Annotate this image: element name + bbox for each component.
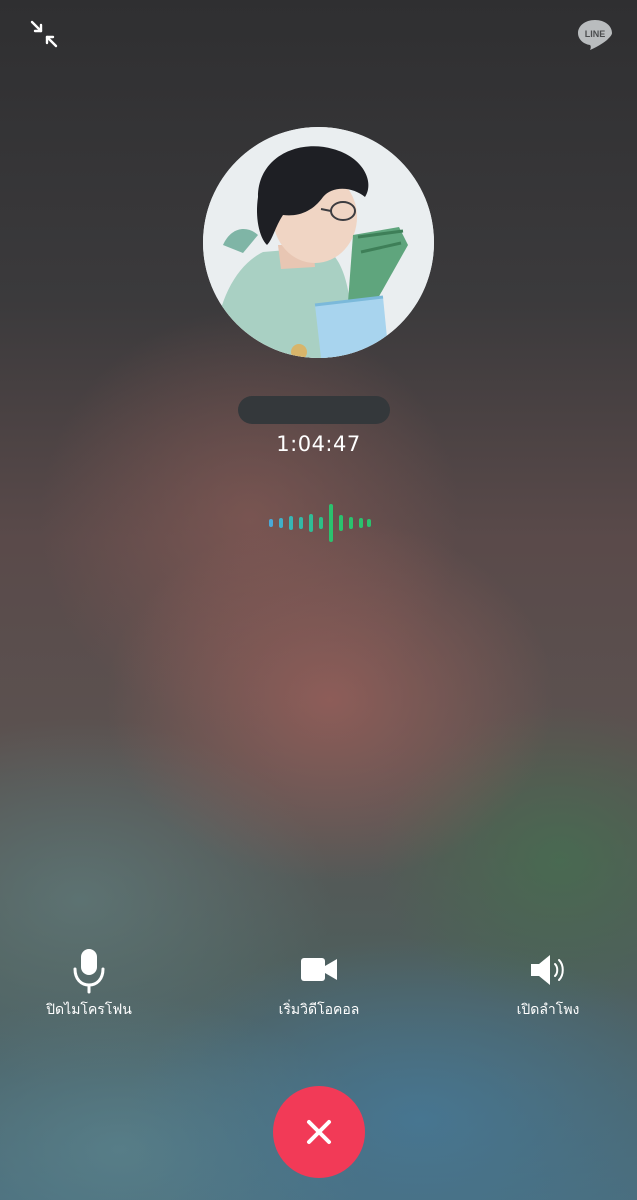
- contact-avatar: [203, 127, 434, 358]
- speaker-icon: [531, 955, 564, 985]
- speaker-label: เปิดลำโพง: [516, 1002, 580, 1018]
- audio-waveform-icon: [265, 503, 375, 543]
- close-x-icon: [307, 1120, 331, 1144]
- mute-microphone-label: ปิดไมโครโฟน: [46, 1002, 132, 1018]
- line-logo-text: LINE: [585, 29, 606, 39]
- minimize-call-button[interactable]: [26, 16, 62, 52]
- line-logo: LINE: [576, 18, 614, 52]
- video-camera-icon: [301, 958, 337, 981]
- speaker-button[interactable]: เปิดลำโพง: [468, 945, 628, 1021]
- mute-microphone-button[interactable]: ปิดไมโครโฟน: [9, 945, 169, 1021]
- start-video-call-label: เริ่มวิดีโอคอล: [278, 1002, 360, 1018]
- call-top-bar: LINE: [0, 0, 637, 70]
- call-controls: ปิดไมโครโฟน เริ่มวิดีโอคอล เปิดลำโพง: [0, 945, 637, 1025]
- start-video-call-button[interactable]: เริ่มวิดีโอคอล: [239, 945, 399, 1021]
- contact-name: [238, 396, 390, 424]
- collapse-arrows-icon: [30, 20, 58, 48]
- microphone-icon: [73, 949, 105, 994]
- end-call-button[interactable]: [273, 1086, 365, 1178]
- call-duration: 1:04:47: [276, 432, 361, 456]
